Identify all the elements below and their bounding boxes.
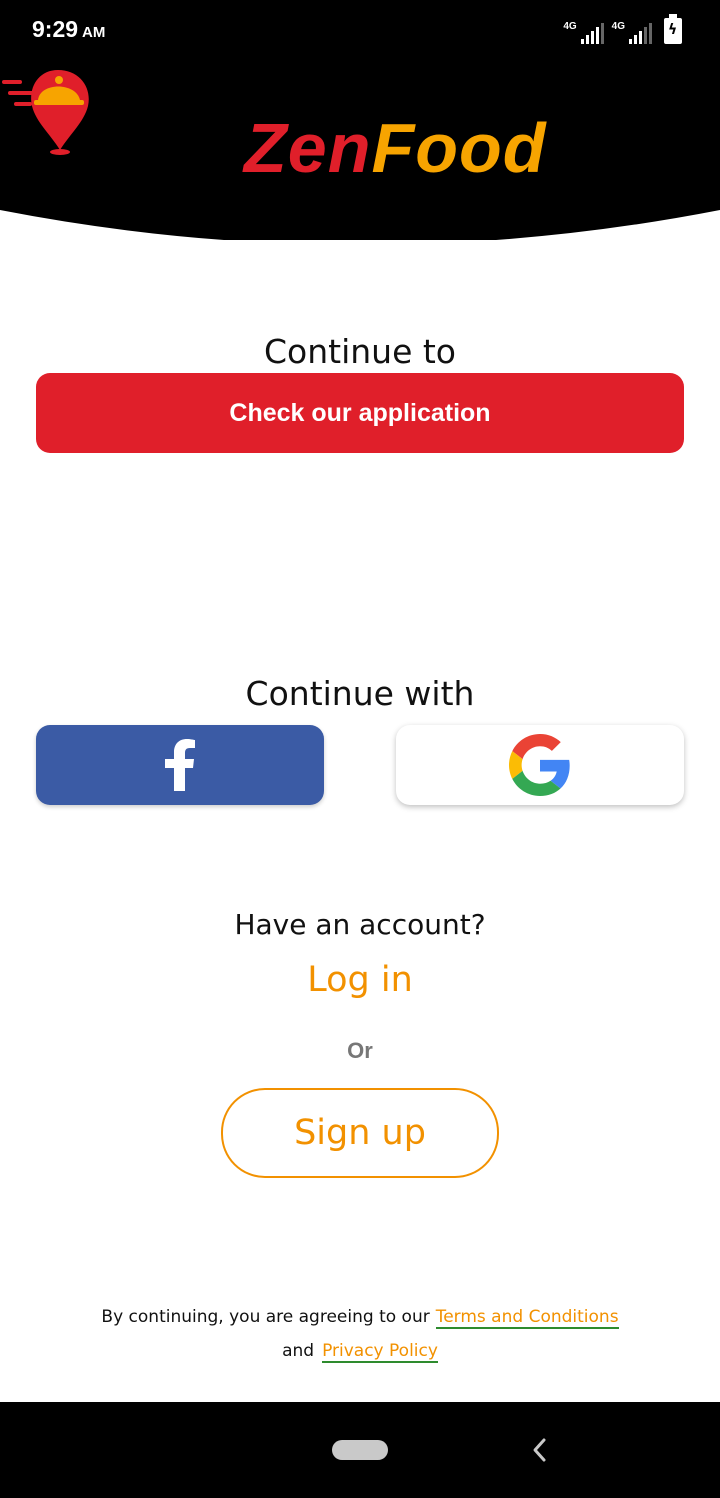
- continue-with-label: Continue with: [245, 674, 475, 713]
- signal-icon: [580, 22, 604, 44]
- or-label: Or: [347, 1038, 373, 1063]
- privacy-link[interactable]: Privacy Policy: [322, 1341, 438, 1363]
- terms-link[interactable]: Terms and Conditions: [435, 1307, 619, 1329]
- login-link[interactable]: Log in: [0, 960, 720, 1000]
- back-icon[interactable]: [528, 1436, 552, 1464]
- legal-line-1: By continuing, you are agreeing to our Te…: [0, 1300, 720, 1334]
- network-type-2: 4G: [611, 21, 625, 32]
- continue-to-label: Continue to: [263, 332, 456, 371]
- header-banner: ZenFood: [0, 60, 720, 240]
- home-button[interactable]: [332, 1440, 388, 1460]
- logo-icon: [2, 70, 89, 155]
- legal-text: By continuing, you are agreeing to our Te…: [0, 1300, 720, 1368]
- legal-and: and: [282, 1341, 315, 1361]
- time-ampm: AM: [82, 24, 106, 41]
- status-time: 9:29 AM: [32, 16, 105, 43]
- battery-charging-icon: ϟ: [664, 14, 682, 44]
- logo-zen-text: Zen: [244, 109, 372, 187]
- navigation-bar: [0, 1402, 720, 1498]
- time-value: 9:29: [32, 16, 79, 42]
- status-icons: 4G 4G ϟ: [563, 14, 682, 44]
- check-application-button[interactable]: Check our application: [36, 373, 684, 453]
- facebook-icon: [165, 739, 195, 791]
- network-type-1: 4G: [563, 21, 577, 32]
- legal-prefix: By continuing, you are agreeing to our: [101, 1307, 430, 1327]
- status-bar: 9:29 AM 4G 4G ϟ: [0, 0, 720, 60]
- google-icon: [509, 734, 570, 796]
- logo-wordmark: ZenFood: [244, 108, 547, 188]
- have-account-label: Have an account?: [234, 908, 486, 941]
- legal-line-2: and Privacy Policy: [0, 1334, 720, 1368]
- signal-icon-2: [629, 22, 652, 44]
- facebook-login-button[interactable]: [36, 725, 324, 805]
- google-login-button[interactable]: [396, 725, 684, 805]
- signup-button[interactable]: Sign up: [221, 1088, 499, 1178]
- logo-food-text: Food: [371, 109, 547, 187]
